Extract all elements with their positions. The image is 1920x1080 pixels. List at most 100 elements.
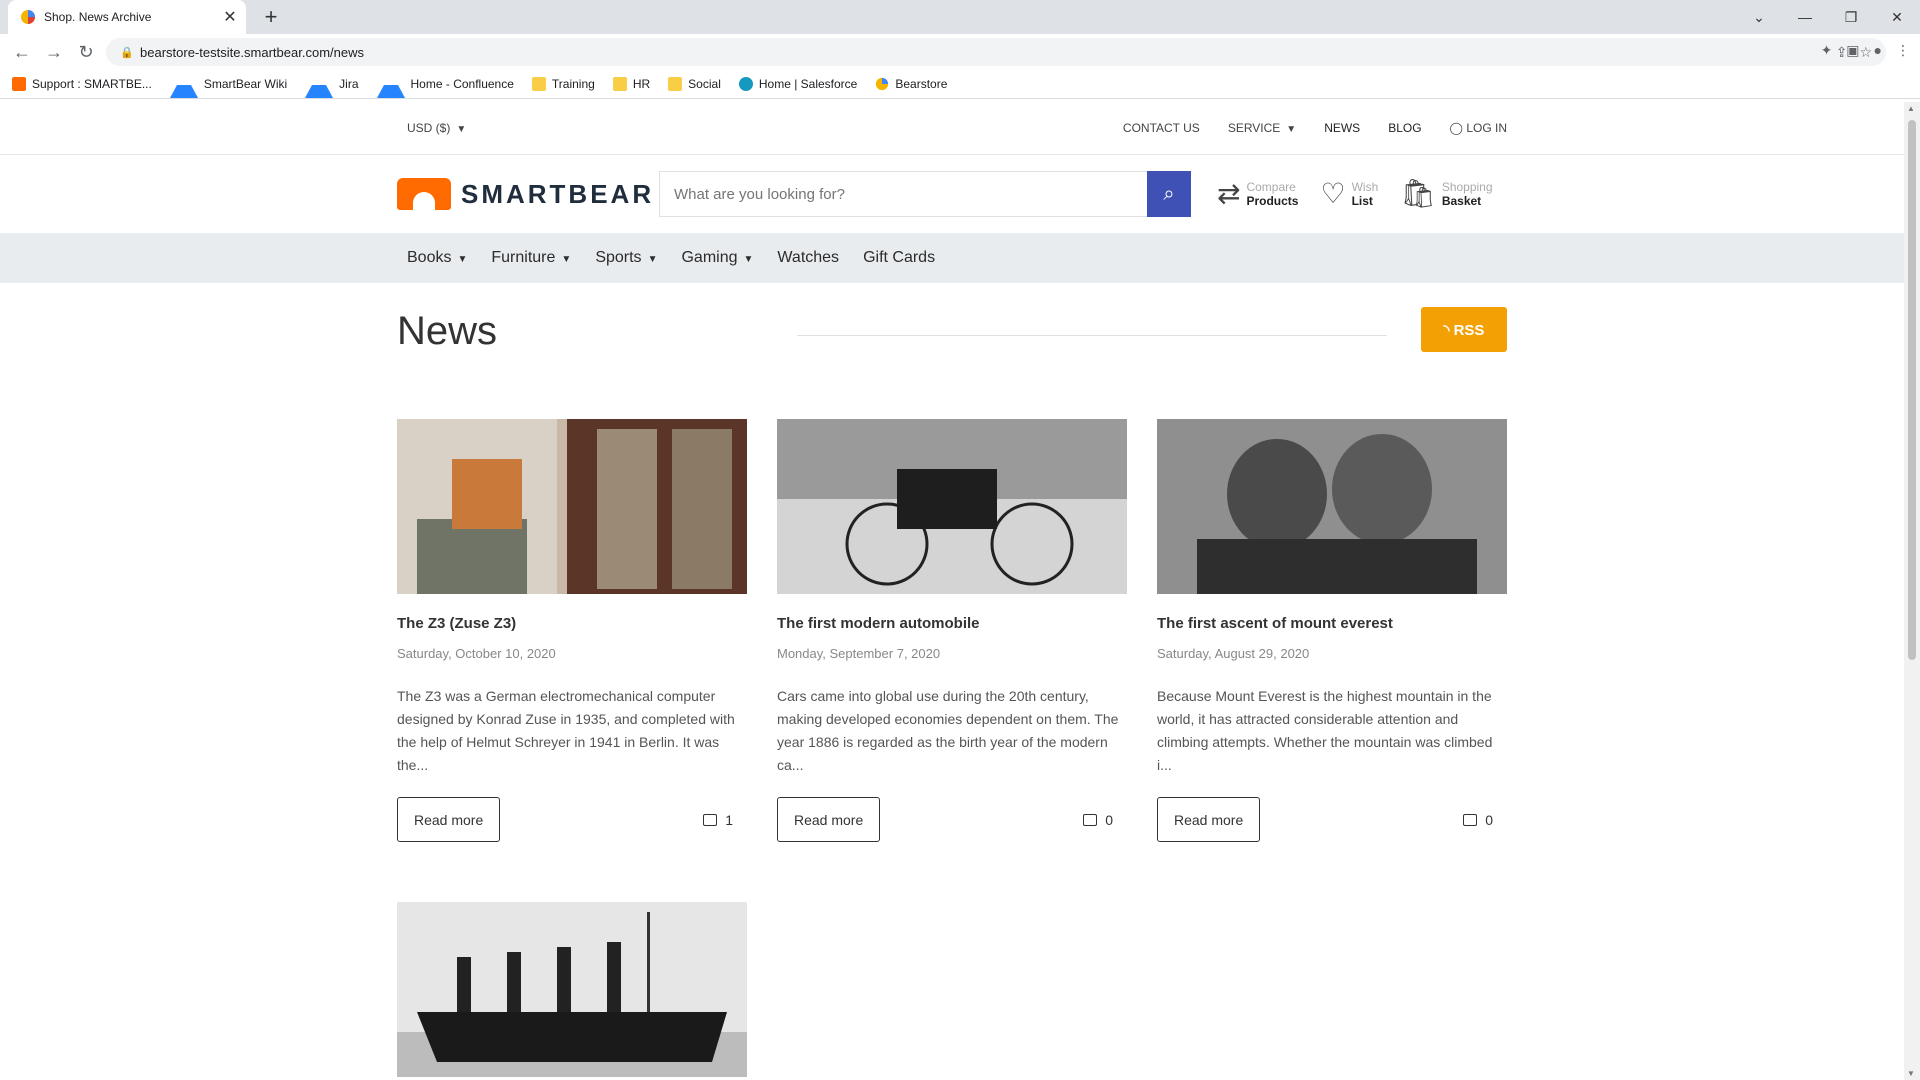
user-icon: ◯ <box>1449 121 1467 135</box>
close-tab-icon[interactable]: ✕ <box>220 7 240 27</box>
smartbear-icon <box>12 77 26 91</box>
currency-selector[interactable]: USD ($) ▼ <box>407 121 466 135</box>
news-summary: Cars came into global use during the 20t… <box>777 688 1119 773</box>
category-gaming[interactable]: Gaming ▼ <box>681 249 753 267</box>
folder-icon <box>612 77 627 91</box>
header-top-strip: USD ($) ▼ CONTACT US SERVICE ▼ NEWS BLOG ◯… <box>0 102 1904 155</box>
forward-icon[interactable]: → <box>38 42 70 63</box>
salesforce-icon <box>738 77 753 91</box>
browser-tabbar: Shop. News Archive ✕ + ⌄ — ❐ ✕ <box>0 0 1920 34</box>
search-input[interactable] <box>659 171 1147 217</box>
scrollbar-thumb[interactable] <box>1908 120 1916 660</box>
login-link[interactable]: ◯ LOG IN <box>1450 121 1507 135</box>
comment-icon <box>1463 813 1478 826</box>
scroll-down-icon[interactable]: ▼ <box>1907 1069 1915 1078</box>
bear-logo-icon <box>397 178 451 210</box>
menu-icon[interactable]: ⋮ <box>1896 42 1910 59</box>
read-more-button[interactable]: Read more <box>397 797 501 842</box>
chevron-down-icon: ▼ <box>743 254 754 265</box>
news-summary: The Z3 was a German electromechanical co… <box>397 688 735 773</box>
browser-toolbar: ← → ↻ 🔒 bearstore-testsite.smartbear.com… <box>0 34 1920 70</box>
wish-list-button[interactable]: ♡ Wish List <box>1320 180 1378 209</box>
minimize-icon[interactable]: — <box>1782 0 1828 34</box>
extensions-icon[interactable]: ✦ <box>1821 42 1833 59</box>
contact-us-link[interactable]: CONTACT US <box>1123 121 1200 135</box>
comment-icon <box>1083 813 1098 826</box>
bookmark-item[interactable]: Home - Confluence <box>376 71 514 98</box>
search-button[interactable]: ⌕ <box>1147 171 1191 217</box>
close-window-icon[interactable]: ✕ <box>1874 0 1920 34</box>
chevron-down-icon: ▼ <box>647 254 658 265</box>
restore-icon[interactable]: ❐ <box>1828 0 1874 34</box>
news-title[interactable]: The first ascent of mount everest <box>1157 615 1507 632</box>
comment-icon <box>703 813 718 826</box>
compare-icon: ⇄ <box>1217 178 1241 209</box>
news-image-z3[interactable] <box>397 419 747 594</box>
reload-icon[interactable]: ↻ <box>70 42 102 63</box>
bookmark-item[interactable]: Bearstore <box>875 77 947 91</box>
browser-tab[interactable]: Shop. News Archive ✕ <box>8 0 246 34</box>
back-icon[interactable]: ← <box>6 42 38 63</box>
new-tab-icon[interactable]: + <box>258 4 284 30</box>
folder-icon <box>531 77 546 91</box>
comment-count[interactable]: 0 <box>1463 812 1493 828</box>
folder-icon <box>668 77 683 91</box>
url-text[interactable]: bearstore-testsite.smartbear.com/news <box>140 45 1836 60</box>
category-books[interactable]: Books ▼ <box>397 249 467 267</box>
chevron-down-icon: ▼ <box>1286 124 1297 135</box>
read-more-button[interactable]: Read more <box>1157 797 1261 842</box>
news-title[interactable]: The Z3 (Zuse Z3) <box>397 615 747 632</box>
news-title[interactable]: The first modern automobile <box>777 615 1127 632</box>
read-more-button[interactable]: Read more <box>777 797 881 842</box>
rss-icon: ◝ <box>1443 321 1454 339</box>
bookmark-item[interactable]: SmartBear Wiki <box>169 71 287 98</box>
news-date: Saturday, August 29, 2020 <box>1157 646 1310 661</box>
news-date: Saturday, October 10, 2020 <box>397 646 556 661</box>
profile-icon[interactable]: ● <box>1874 42 1882 59</box>
tab-title: Shop. News Archive <box>44 10 152 24</box>
page-title: News <box>397 309 498 353</box>
category-furniture[interactable]: Furniture ▼ <box>491 249 571 267</box>
search-icon: ⌕ <box>1163 182 1175 205</box>
bookmark-item[interactable]: Home | Salesforce <box>738 77 857 91</box>
news-summary: Because Mount Everest is the highest mou… <box>1157 688 1493 773</box>
category-gift-cards[interactable]: Gift Cards <box>863 249 935 267</box>
bookmark-item[interactable]: HR <box>612 77 650 91</box>
bookmark-item[interactable]: Jira <box>305 71 359 98</box>
category-menu: Books ▼ Furniture ▼ Sports ▼ Gaming ▼ Watche… <box>0 233 1904 283</box>
comment-count[interactable]: 0 <box>1083 812 1113 828</box>
page-viewport: USD ($) ▼ CONTACT US SERVICE ▼ NEWS BLOG ◯… <box>0 102 1904 1080</box>
bookmark-item[interactable]: Training <box>531 77 595 91</box>
service-menu[interactable]: SERVICE ▼ <box>1228 121 1296 135</box>
news-image-everest[interactable] <box>1157 419 1507 594</box>
header-main: SMARTBEAR ⌕ ⇄ CompareProducts ♡ WishList… <box>0 155 1904 233</box>
bookmark-item[interactable]: Support : SMARTBE... <box>12 77 152 91</box>
rss-button[interactable]: ◝ RSS <box>1421 307 1507 352</box>
news-image-automobile[interactable] <box>777 419 1127 594</box>
comment-count[interactable]: 1 <box>703 812 733 828</box>
news-date: Monday, September 7, 2020 <box>777 646 941 661</box>
page-scrollbar[interactable]: ▲ ▼ <box>1904 102 1920 1080</box>
shopping-basket-button[interactable]: 🛍 Shopping Basket <box>1400 180 1492 209</box>
address-bar[interactable]: 🔒 bearstore-testsite.smartbear.com/news … <box>106 38 1886 66</box>
lock-icon[interactable]: 🔒 <box>114 46 140 59</box>
side-panel-icon[interactable]: ▣ <box>1846 42 1859 59</box>
news-item: The Z3 (Zuse Z3) Saturday, October 10, 2… <box>397 419 747 842</box>
compare-products-button[interactable]: ⇄ Compare Products <box>1217 178 1298 209</box>
news-header: News ◝ RSS <box>397 283 1507 383</box>
blog-link[interactable]: BLOG <box>1388 121 1421 135</box>
bearstore-favicon-icon <box>21 10 35 24</box>
divider <box>797 335 1387 336</box>
category-sports[interactable]: Sports ▼ <box>595 249 657 267</box>
category-watches[interactable]: Watches <box>777 249 839 267</box>
news-item: The first modern automobile Monday, Sept… <box>777 419 1127 842</box>
chevron-down-icon: ▼ <box>456 124 467 135</box>
tab-search-icon[interactable]: ⌄ <box>1736 0 1782 34</box>
smartbear-logo[interactable]: SMARTBEAR <box>397 178 659 210</box>
news-grid: The Z3 (Zuse Z3) Saturday, October 10, 2… <box>397 419 1507 1080</box>
news-item <box>397 902 747 1080</box>
news-image-ship[interactable] <box>397 902 747 1077</box>
bookmark-item[interactable]: Social <box>668 77 721 91</box>
scroll-up-icon[interactable]: ▲ <box>1907 104 1915 113</box>
news-link[interactable]: NEWS <box>1324 121 1360 135</box>
